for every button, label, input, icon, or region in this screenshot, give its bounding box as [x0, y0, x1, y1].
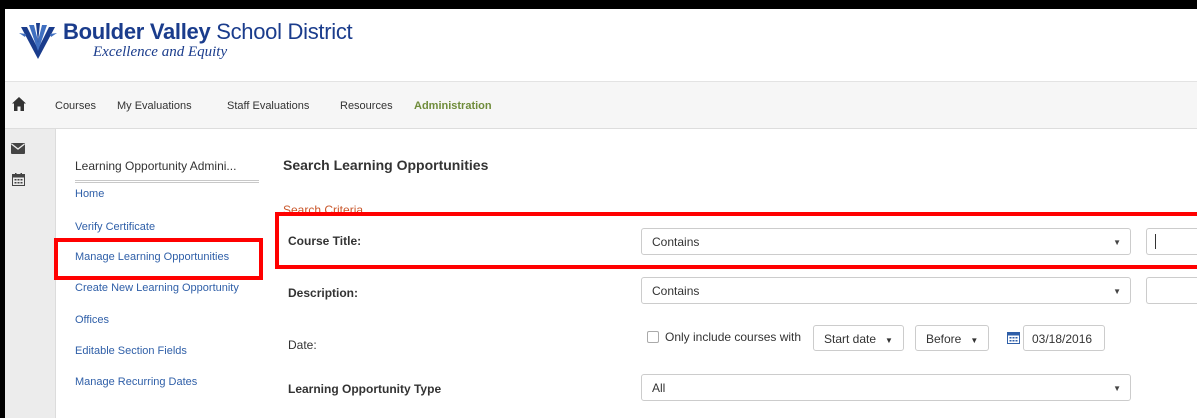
nav-item-courses[interactable]: Courses: [55, 100, 96, 112]
page: Boulder Valley School District Excellenc…: [5, 9, 1197, 418]
main-nav: Courses My Evaluations Staff Evaluations…: [5, 82, 1197, 129]
district-tagline: Excellence and Equity: [93, 44, 228, 60]
date-input[interactable]: 03/18/2016: [1023, 325, 1105, 351]
nav-item-my-evaluations[interactable]: My Evaluations: [117, 100, 192, 112]
description-input[interactable]: [1146, 277, 1197, 304]
chevron-down-icon: ▼: [1113, 238, 1121, 247]
sidebar-link-home[interactable]: Home: [75, 188, 104, 200]
date-field-value: Start date: [824, 332, 877, 346]
district-name[interactable]: Boulder Valley School District: [63, 19, 353, 45]
sidebar-link-create-learning-opportunity[interactable]: Create New Learning Opportunity: [75, 282, 239, 294]
description-label: Description:: [288, 286, 359, 300]
sidebar-link-manage-learning-opportunities[interactable]: Manage Learning Opportunities: [75, 251, 229, 263]
chevron-down-icon: ▼: [1113, 384, 1121, 393]
sidebar-link-editable-section-fields[interactable]: Editable Section Fields: [75, 345, 187, 357]
only-include-label: Only include courses with: [665, 330, 802, 344]
date-field-select[interactable]: Start date ▼: [813, 325, 904, 351]
chevron-down-icon: ▼: [885, 336, 893, 345]
course-title-operator-value: Contains: [652, 235, 700, 249]
opportunity-type-label: Learning Opportunity Type: [288, 382, 442, 396]
calendar-picker-icon[interactable]: [1007, 331, 1020, 344]
nav-item-resources[interactable]: Resources: [340, 100, 393, 112]
description-operator-select[interactable]: Contains ▼: [641, 277, 1131, 304]
home-icon[interactable]: [11, 96, 27, 112]
course-title-label: Course Title:: [288, 234, 362, 248]
page-title: Search Learning Opportunities: [283, 157, 489, 173]
description-operator-value: Contains: [652, 284, 700, 298]
course-title-input[interactable]: [1146, 228, 1197, 255]
only-include-checkbox[interactable]: [647, 331, 659, 343]
left-icon-rail: [5, 129, 56, 418]
text-cursor: [1155, 234, 1156, 249]
opportunity-type-value: All: [652, 381, 666, 395]
sidebar-title: Learning Opportunity Admini...: [75, 159, 259, 183]
course-title-operator-select[interactable]: Contains ▼: [641, 228, 1131, 255]
sidebar-link-verify-certificate[interactable]: Verify Certificate: [75, 221, 155, 233]
envelope-icon[interactable]: [11, 143, 25, 154]
date-comparison-value: Before: [926, 332, 962, 346]
date-comparison-select[interactable]: Before ▼: [915, 325, 990, 351]
opportunity-type-select[interactable]: All ▼: [641, 374, 1131, 401]
district-logo-icon: [19, 23, 57, 59]
nav-item-staff-evaluations[interactable]: Staff Evaluations: [227, 100, 309, 112]
chevron-down-icon: ▼: [1113, 287, 1121, 296]
chevron-down-icon: ▼: [970, 336, 979, 345]
site-header: Boulder Valley School District Excellenc…: [5, 9, 1197, 82]
nav-item-administration[interactable]: Administration: [414, 100, 492, 112]
date-label: Date:: [288, 338, 317, 352]
sidebar-link-offices[interactable]: Offices: [75, 314, 109, 326]
calendar-icon[interactable]: [12, 173, 25, 186]
district-name-regular: School District: [210, 19, 353, 44]
sidebar-link-manage-recurring-dates[interactable]: Manage Recurring Dates: [75, 376, 197, 388]
search-criteria-heading: Search Criteria: [283, 203, 364, 217]
district-name-bold: Boulder Valley: [63, 19, 211, 44]
